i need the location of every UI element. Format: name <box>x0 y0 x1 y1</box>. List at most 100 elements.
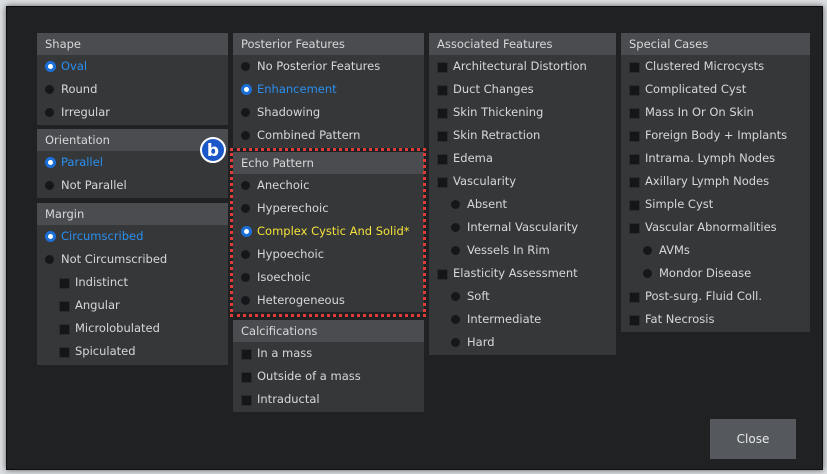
radio-icon[interactable] <box>241 226 252 237</box>
special-post-surg-fluid[interactable]: Post-surg. Fluid Coll. <box>621 285 810 308</box>
special-simple-cyst[interactable]: Simple Cyst <box>621 193 810 216</box>
radio-icon[interactable] <box>45 157 56 168</box>
checkbox-icon[interactable] <box>629 200 640 211</box>
assoc-architectural-distortion[interactable]: Architectural Distortion <box>429 55 616 78</box>
checkbox-icon[interactable] <box>241 395 252 406</box>
special-axillary-lymph-nodes[interactable]: Axillary Lymph Nodes <box>621 170 810 193</box>
vascularity-absent[interactable]: Absent <box>429 193 616 216</box>
radio-icon[interactable] <box>45 255 54 264</box>
radio-icon[interactable] <box>451 315 460 324</box>
assoc-duct-changes[interactable]: Duct Changes <box>429 78 616 101</box>
posterior-option-none[interactable]: No Posterior Features <box>233 55 424 78</box>
checkbox-icon[interactable] <box>241 372 252 383</box>
shape-option-irregular[interactable]: Irregular <box>37 101 228 124</box>
radio-icon[interactable] <box>451 292 460 301</box>
radio-icon[interactable] <box>451 246 460 255</box>
echo-option-hypoechoic[interactable]: Hypoechoic <box>233 243 424 266</box>
posterior-option-enhancement[interactable]: Enhancement <box>233 78 424 101</box>
checkbox-icon[interactable] <box>629 85 640 96</box>
special-vascular-abnormalities[interactable]: Vascular Abnormalities <box>621 216 810 239</box>
calc-option-intraductal[interactable]: Intraductal <box>233 388 424 411</box>
checkbox-icon[interactable] <box>437 177 448 188</box>
margin-option-not-circumscribed[interactable]: Not Circumscribed <box>37 248 228 271</box>
special-clustered-microcysts[interactable]: Clustered Microcysts <box>621 55 810 78</box>
checkbox-icon[interactable] <box>437 131 448 142</box>
special-complicated-cyst[interactable]: Complicated Cyst <box>621 78 810 101</box>
special-fat-necrosis[interactable]: Fat Necrosis <box>621 308 810 331</box>
orientation-option-not-parallel[interactable]: Not Parallel <box>37 174 228 197</box>
checkbox-icon[interactable] <box>59 301 70 312</box>
posterior-option-shadowing[interactable]: Shadowing <box>233 101 424 124</box>
checkbox-icon[interactable] <box>437 269 448 280</box>
calc-option-in-mass[interactable]: In a mass <box>233 342 424 365</box>
radio-icon[interactable] <box>45 61 56 72</box>
checkbox-icon[interactable] <box>629 62 640 73</box>
checkbox-icon[interactable] <box>629 177 640 188</box>
checkbox-icon[interactable] <box>437 108 448 119</box>
calc-option-outside-mass[interactable]: Outside of a mass <box>233 365 424 388</box>
radio-icon[interactable] <box>241 204 250 213</box>
checkbox-icon[interactable] <box>59 278 70 289</box>
echo-option-complex-cystic-solid[interactable]: Complex Cystic And Solid* <box>233 220 424 243</box>
margin-sub-spiculated[interactable]: Spiculated <box>37 340 228 363</box>
checkbox-icon[interactable] <box>437 85 448 96</box>
radio-icon[interactable] <box>241 181 250 190</box>
assoc-edema[interactable]: Edema <box>429 147 616 170</box>
radio-icon[interactable] <box>451 200 460 209</box>
checkbox-icon[interactable] <box>437 62 448 73</box>
checkbox-icon[interactable] <box>437 154 448 165</box>
checkbox-icon[interactable] <box>59 324 70 335</box>
margin-sub-microlobulated[interactable]: Microlobulated <box>37 317 228 340</box>
close-button[interactable]: Close <box>710 419 796 459</box>
echo-option-anechoic[interactable]: Anechoic <box>233 174 424 197</box>
radio-icon[interactable] <box>241 62 250 71</box>
radio-icon[interactable] <box>45 85 54 94</box>
checkbox-icon[interactable] <box>241 349 252 360</box>
vascular-avms[interactable]: AVMs <box>621 239 810 262</box>
shape-option-oval[interactable]: Oval <box>37 55 228 78</box>
shape-option-round[interactable]: Round <box>37 78 228 101</box>
radio-icon[interactable] <box>45 231 56 242</box>
elasticity-intermediate[interactable]: Intermediate <box>429 308 616 331</box>
assoc-skin-retraction[interactable]: Skin Retraction <box>429 124 616 147</box>
echo-option-isoechoic[interactable]: Isoechoic <box>233 266 424 289</box>
elasticity-hard[interactable]: Hard <box>429 331 616 354</box>
vascularity-internal[interactable]: Internal Vascularity <box>429 216 616 239</box>
radio-icon[interactable] <box>241 296 250 305</box>
radio-icon[interactable] <box>643 269 652 278</box>
vascular-mondor-disease[interactable]: Mondor Disease <box>621 262 810 285</box>
shape-panel: Shape Oval Round Irregular <box>37 33 228 125</box>
checkbox-icon[interactable] <box>629 292 640 303</box>
radio-icon[interactable] <box>643 246 652 255</box>
radio-icon[interactable] <box>241 108 250 117</box>
checkbox-icon[interactable] <box>59 347 70 358</box>
margin-option-circumscribed[interactable]: Circumscribed <box>37 225 228 248</box>
assoc-vascularity[interactable]: Vascularity <box>429 170 616 193</box>
radio-icon[interactable] <box>451 223 460 232</box>
orientation-option-parallel[interactable]: Parallel <box>37 151 228 174</box>
checkbox-icon[interactable] <box>629 154 640 165</box>
margin-sub-indistinct[interactable]: Indistinct <box>37 271 228 294</box>
special-intramammary-lymph-nodes[interactable]: Intrama. Lymph Nodes <box>621 147 810 170</box>
checkbox-icon[interactable] <box>629 223 640 234</box>
radio-icon[interactable] <box>241 131 250 140</box>
echo-option-heterogeneous[interactable]: Heterogeneous <box>233 289 424 312</box>
checkbox-icon[interactable] <box>629 315 640 326</box>
radio-icon[interactable] <box>241 273 250 282</box>
radio-icon[interactable] <box>45 181 54 190</box>
radio-icon[interactable] <box>451 338 460 347</box>
radio-icon[interactable] <box>45 108 54 117</box>
special-mass-in-on-skin[interactable]: Mass In Or On Skin <box>621 101 810 124</box>
vascularity-vessels-in-rim[interactable]: Vessels In Rim <box>429 239 616 262</box>
margin-sub-angular[interactable]: Angular <box>37 294 228 317</box>
echo-option-hyperechoic[interactable]: Hyperechoic <box>233 197 424 220</box>
checkbox-icon[interactable] <box>629 108 640 119</box>
radio-icon[interactable] <box>241 250 250 259</box>
checkbox-icon[interactable] <box>629 131 640 142</box>
assoc-skin-thickening[interactable]: Skin Thickening <box>429 101 616 124</box>
special-foreign-body-implants[interactable]: Foreign Body + Implants <box>621 124 810 147</box>
radio-icon[interactable] <box>241 84 252 95</box>
assoc-elasticity-assessment[interactable]: Elasticity Assessment <box>429 262 616 285</box>
elasticity-soft[interactable]: Soft <box>429 285 616 308</box>
posterior-option-combined[interactable]: Combined Pattern <box>233 124 424 147</box>
